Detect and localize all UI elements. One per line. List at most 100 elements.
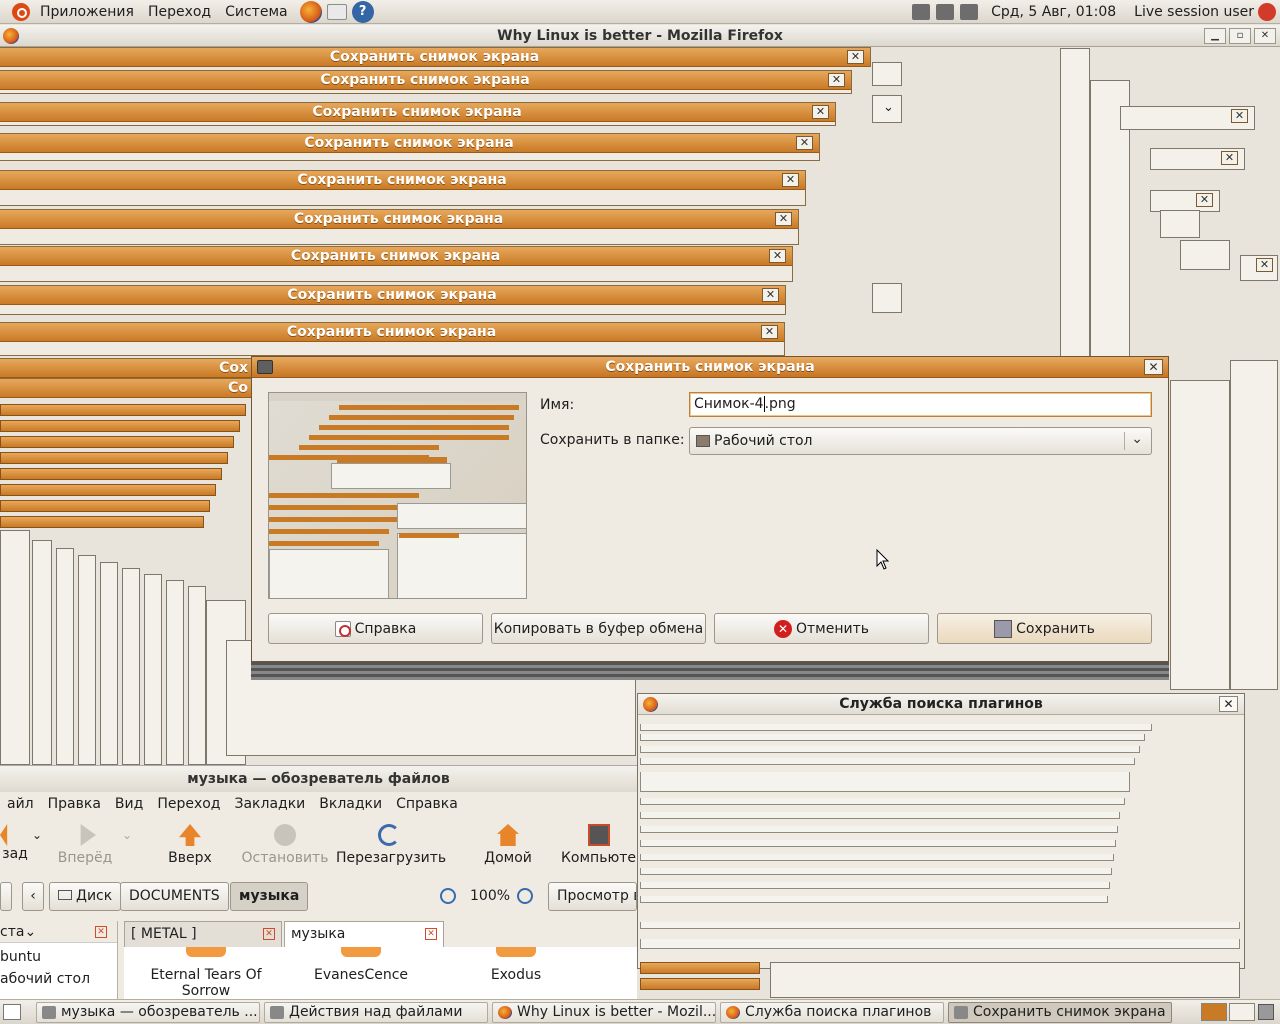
- fm-menu-go[interactable]: Переход: [150, 793, 227, 815]
- maximize-button[interactable]: ▫: [1229, 28, 1251, 44]
- folder-item[interactable]: Eternal Tears Of Sorrow: [136, 947, 276, 999]
- close-icon: ✕: [847, 50, 864, 64]
- folder-label: Сохранить в папке:: [540, 432, 685, 448]
- menu-applications[interactable]: Приложения: [36, 4, 144, 20]
- forward-history-arrow-icon[interactable]: ⌄: [122, 828, 132, 842]
- mail-launcher-icon[interactable]: [326, 1, 348, 23]
- trail-window: Сохранить снимок экрана ✕: [0, 285, 786, 315]
- close-button[interactable]: ✕: [1254, 28, 1276, 44]
- tab-music[interactable]: музыка ✕: [284, 921, 444, 947]
- copy-button-label: Копировать в буфер обмена: [493, 620, 704, 637]
- sidebar-item-desktop[interactable]: абочий стол: [0, 968, 117, 990]
- help-button[interactable]: Справка: [268, 613, 483, 644]
- menu-system[interactable]: Система: [221, 4, 297, 20]
- fm-tabbar: [ METAL ] ✕ музыка ✕: [124, 921, 637, 947]
- save-screenshot-dialog: Сохранить снимок экрана ✕ Имя: Снимок-4.…: [251, 356, 1169, 662]
- view-as-select[interactable]: Просмотр в: [548, 882, 637, 911]
- plugin-window-titlebar[interactable]: Служба поиска плагинов ✕: [638, 694, 1244, 715]
- task-firefox[interactable]: Why Linux is better - Mozil...: [492, 1002, 716, 1023]
- sidebar-item-ubuntu[interactable]: buntu: [0, 946, 117, 968]
- help-icon: [334, 620, 351, 637]
- ubuntu-logo-icon[interactable]: [12, 2, 30, 21]
- firefox-launcher-icon[interactable]: [299, 0, 322, 23]
- copy-to-clipboard-button[interactable]: Копировать в буфер обмена: [491, 613, 706, 644]
- volume-icon[interactable]: [960, 3, 979, 20]
- path-back-button[interactable]: ‹: [22, 882, 44, 911]
- sidebar-header[interactable]: ста⌄ ✕: [0, 921, 117, 943]
- forward-arrow-icon: [80, 824, 96, 846]
- tab-metal[interactable]: [ METAL ] ✕: [124, 921, 282, 947]
- computer-button[interactable]: Компьюте: [560, 824, 637, 866]
- forward-button[interactable]: Вперёд: [55, 824, 115, 866]
- close-icon: ✕: [1256, 258, 1273, 272]
- path-music-button[interactable]: музыка: [230, 882, 309, 911]
- help-launcher-icon[interactable]: ?: [351, 0, 374, 23]
- back-history-arrow-icon[interactable]: ⌄: [32, 828, 42, 842]
- sidebar-close-icon[interactable]: ✕: [95, 926, 107, 938]
- cancel-button[interactable]: ✕ Отменить: [714, 613, 929, 644]
- save-button-label: Сохранить: [1016, 620, 1095, 637]
- fm-menu-view[interactable]: Вид: [108, 793, 150, 815]
- trail-window-edge: [0, 530, 30, 765]
- fm-menubar: айл Правка Вид Переход Закладки Вкладки …: [0, 793, 465, 815]
- zoom-out-icon[interactable]: [440, 888, 456, 904]
- clock[interactable]: Срд, 5 Авг, 01:08: [981, 4, 1126, 20]
- plugin-close-button[interactable]: ✕: [1219, 696, 1238, 712]
- power-icon[interactable]: [1258, 2, 1276, 21]
- path-documents-button[interactable]: DOCUMENTS: [120, 882, 229, 911]
- trail-window: Сохранить снимок экрана ✕: [0, 133, 820, 161]
- zoom-in-icon[interactable]: [517, 888, 533, 904]
- tab-close-icon[interactable]: ✕: [263, 928, 275, 940]
- minimize-button[interactable]: ▁: [1204, 28, 1226, 44]
- folder-item[interactable]: Exodus: [446, 947, 586, 983]
- folder-item[interactable]: EvanesCence: [291, 947, 431, 983]
- bottom-panel: музыка — обозреватель ... Действия над ф…: [0, 999, 1280, 1024]
- show-desktop-icon[interactable]: [3, 1004, 21, 1020]
- close-icon: ✕: [782, 173, 799, 187]
- top-panel: Приложения Переход Система ? Срд, 5 Авг,…: [0, 0, 1280, 24]
- tab-close-icon[interactable]: ✕: [425, 928, 437, 940]
- session-user[interactable]: Live session user: [1126, 4, 1258, 20]
- trail-window: Сохранить снимок экрана ✕: [0, 246, 793, 282]
- mouse-cursor-icon: [876, 549, 890, 570]
- fm-toolbar: зад ⌄ Вперёд ⌄ Вверх Остановить Перезагр…: [0, 818, 637, 874]
- task-plugin-finder[interactable]: Служба поиска плагинов: [720, 1002, 944, 1023]
- dialog-titlebar[interactable]: Сохранить снимок экрана ✕: [252, 357, 1168, 378]
- folder-icon: [496, 947, 536, 957]
- trash-icon[interactable]: [1258, 1004, 1274, 1020]
- workspace-2[interactable]: [1229, 1003, 1255, 1021]
- back-button[interactable]: зад: [0, 824, 30, 862]
- folder-select[interactable]: Рабочий стол ⌄: [689, 427, 1152, 455]
- name-label: Имя:: [540, 397, 575, 413]
- task-file-manager[interactable]: музыка — обозреватель ...: [36, 1002, 260, 1023]
- fm-menu-bookmarks[interactable]: Закладки: [227, 793, 312, 815]
- stop-button[interactable]: Остановить: [240, 824, 330, 866]
- workspace-1[interactable]: [1201, 1003, 1227, 1021]
- loc-scroll-left[interactable]: [0, 882, 12, 911]
- task-save-screenshot[interactable]: Сохранить снимок экрана: [948, 1002, 1172, 1023]
- plugin-finder-window: Служба поиска плагинов ✕: [637, 693, 1245, 969]
- filename-input[interactable]: Снимок-4.png: [689, 392, 1152, 417]
- plugin-window-title: Служба поиска плагинов: [839, 696, 1043, 712]
- network-icon[interactable]: [936, 3, 955, 20]
- fm-menu-file[interactable]: айл: [0, 793, 41, 815]
- dialog-close-button[interactable]: ✕: [1144, 359, 1163, 375]
- fm-menu-help[interactable]: Справка: [389, 793, 465, 815]
- trail-window: Сохранить снимок экрана ✕: [0, 170, 806, 206]
- trail-window: Со: [0, 378, 253, 398]
- up-button[interactable]: Вверх: [160, 824, 220, 866]
- fm-menu-edit[interactable]: Правка: [41, 793, 108, 815]
- task-file-operations[interactable]: Действия над файлами: [264, 1002, 488, 1023]
- home-icon: [497, 824, 519, 846]
- home-button[interactable]: Домой: [480, 824, 536, 866]
- firefox-titlebar[interactable]: Why Linux is better - Mozilla Firefox ▁ …: [0, 25, 1280, 47]
- path-disk-button[interactable]: Диск: [49, 882, 122, 911]
- cancel-button-label: Отменить: [795, 620, 869, 637]
- keyboard-icon[interactable]: [912, 3, 931, 20]
- save-button[interactable]: Сохранить: [937, 613, 1152, 644]
- screenshot-preview: [268, 392, 527, 599]
- fm-titlebar[interactable]: музыка — обозреватель файлов: [0, 766, 637, 792]
- reload-button[interactable]: Перезагрузить: [336, 824, 446, 866]
- fm-menu-tabs[interactable]: Вкладки: [312, 793, 389, 815]
- menu-places[interactable]: Переход: [144, 4, 221, 20]
